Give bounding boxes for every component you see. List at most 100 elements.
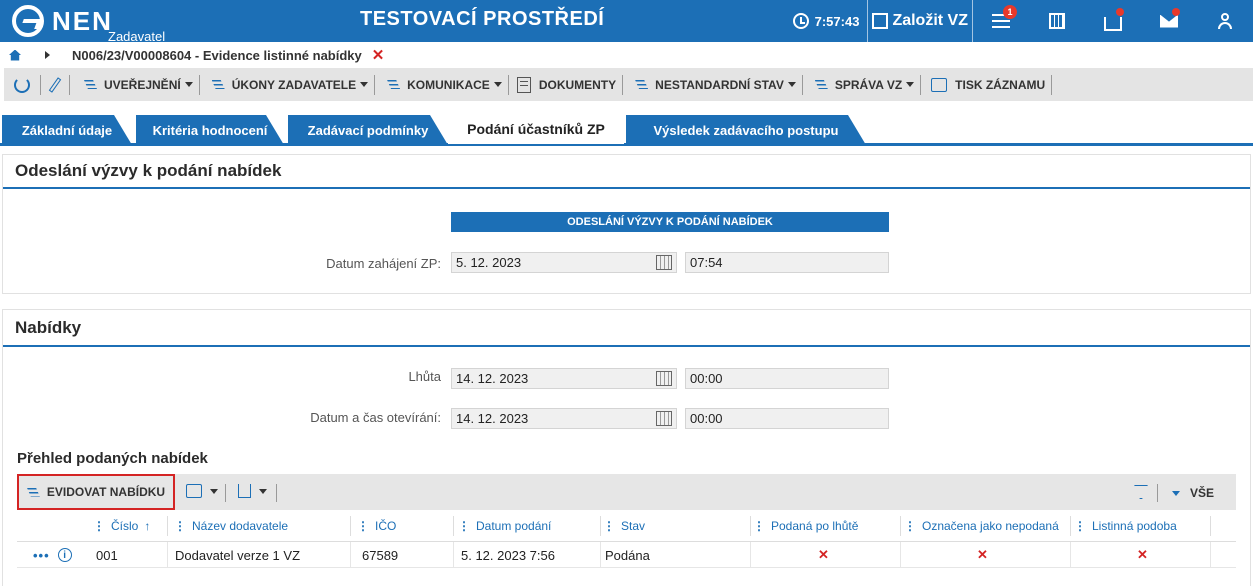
- col-oznacena-nepodana[interactable]: ⋮ Označena jako nepodaná: [904, 510, 1059, 542]
- filter-icon[interactable]: [1134, 485, 1148, 499]
- section-title: Odeslání výzvy k podání nabídek: [3, 155, 1250, 189]
- table-row[interactable]: ••• i 001 Dodavatel verze 1 VZ 67589 5. …: [17, 542, 1236, 568]
- col-cislo[interactable]: ⋮ Číslo ↑: [93, 510, 150, 542]
- caret-down-icon: [906, 82, 915, 87]
- export-icon: [238, 484, 251, 498]
- menu-tisk-label: TISK ZÁZNAMU: [955, 77, 1046, 92]
- tab-podani-ucastniku[interactable]: Podání účastníků ZP: [448, 113, 624, 144]
- separator: [167, 542, 168, 568]
- refresh-button[interactable]: [4, 74, 41, 95]
- section-odeslani-vyzvy: Odeslání výzvy k podání nabídek ODESLÁNÍ…: [2, 154, 1251, 294]
- separator: [225, 484, 226, 502]
- separator: [276, 484, 277, 502]
- refresh-icon: [14, 76, 30, 93]
- print-menu-button[interactable]: [186, 484, 218, 498]
- col-stav[interactable]: ⋮ Stav: [603, 510, 645, 542]
- opening-label: Datum a čas otevírání:: [310, 410, 441, 425]
- caret-down-icon: [184, 82, 193, 87]
- tab-zadavaci-podminky[interactable]: Zadávací podmínky: [288, 115, 448, 145]
- menu-ukony-zadavatele[interactable]: ÚKONY ZADAVATELE: [200, 74, 376, 95]
- info-icon[interactable]: i: [57, 548, 72, 562]
- tab-vysledek-postupu[interactable]: Výsledek zadávacího postupu: [626, 115, 866, 145]
- cell-nepodana: ✕: [977, 547, 988, 562]
- column-menu-icon[interactable]: ⋮: [357, 519, 369, 533]
- separator: [1070, 542, 1071, 568]
- grid-header: ⋮ Číslo ↑ ⋮ Název dodavatele ⋮ IČO ⋮ Dat…: [17, 510, 1236, 542]
- column-menu-icon[interactable]: ⋮: [753, 519, 765, 533]
- edit-button[interactable]: [41, 74, 70, 95]
- col-nazev-dodavatele[interactable]: ⋮ Název dodavatele: [174, 510, 288, 542]
- menu-tisk-zaznamu[interactable]: TISK ZÁZNAMU: [921, 74, 1053, 95]
- messages-button[interactable]: [1141, 0, 1197, 42]
- row-actions: ••• i: [33, 542, 72, 568]
- deadline-time-field[interactable]: 00:00: [685, 368, 889, 389]
- cell-datum: 5. 12. 2023 7:56: [461, 547, 555, 563]
- more-icon[interactable]: •••: [33, 548, 50, 563]
- separator: [600, 542, 601, 568]
- col-datum-podani[interactable]: ⋮ Datum podání: [458, 510, 551, 542]
- edit-icon: [872, 13, 889, 29]
- start-date-field[interactable]: 5. 12. 2023: [451, 252, 677, 273]
- col-label: Stav: [621, 519, 646, 533]
- separator: [600, 516, 601, 536]
- tab-label: Zadávací podmínky: [307, 122, 429, 138]
- start-time-value: 07:54: [690, 255, 723, 270]
- calendar-icon[interactable]: [656, 411, 672, 426]
- menu-uverejneni[interactable]: UVEŘEJNĚNÍ: [70, 74, 200, 95]
- inbox-button[interactable]: [1085, 0, 1141, 42]
- menu-dokumenty-label: DOKUMENTY: [538, 77, 617, 92]
- col-ico[interactable]: ⋮ IČO: [357, 510, 396, 542]
- column-menu-icon[interactable]: ⋮: [174, 519, 186, 533]
- chevron-right-icon: [45, 51, 50, 59]
- col-listinna-podoba[interactable]: ⋮ Listinná podoba: [1074, 510, 1177, 542]
- menu-sprava-label: SPRÁVA VZ: [834, 77, 903, 92]
- tab-kriteria-hodnoceni[interactable]: Kritéria hodnocení: [136, 115, 284, 145]
- list-icon: [26, 487, 40, 497]
- col-podana-po-lhute[interactable]: ⋮ Podaná po lhůtě: [753, 510, 858, 542]
- calendar-icon[interactable]: [656, 371, 672, 386]
- deadline-date-field[interactable]: 14. 12. 2023: [451, 368, 677, 389]
- start-time-field[interactable]: 07:54: [685, 252, 889, 273]
- tab-zakladni-udaje[interactable]: Základní údaje: [2, 115, 132, 145]
- view-selector[interactable]: VŠE: [1172, 486, 1214, 500]
- column-menu-icon[interactable]: ⋮: [458, 519, 470, 533]
- separator: [1070, 516, 1071, 536]
- menu-sprava-vz[interactable]: SPRÁVA VZ: [803, 74, 922, 95]
- user-icon: [1218, 13, 1232, 29]
- action-toolbar: UVEŘEJNĚNÍ ÚKONY ZADAVATELE KOMUNIKACE D…: [4, 68, 1253, 101]
- export-menu-button[interactable]: [238, 484, 267, 498]
- column-menu-icon[interactable]: ⋮: [93, 519, 105, 533]
- list-icon: [387, 80, 401, 89]
- caret-down-icon: [210, 488, 218, 494]
- session-clock: 7:57:43: [792, 13, 859, 29]
- column-menu-icon[interactable]: ⋮: [904, 519, 916, 533]
- tab-label: Výsledek zadávacího postupu: [653, 122, 839, 138]
- create-vz-button[interactable]: Založit VZ: [867, 0, 973, 42]
- column-menu-icon[interactable]: ⋮: [603, 519, 615, 533]
- tab-bar: Základní údaje Kritéria hodnocení Zadáva…: [0, 113, 1253, 146]
- opening-time-field[interactable]: 00:00: [685, 408, 889, 429]
- list-icon: [84, 80, 97, 89]
- cell-listinna: ✕: [1137, 547, 1148, 562]
- menu-dokumenty[interactable]: DOKUMENTY: [509, 74, 624, 95]
- logo-icon: [12, 5, 44, 37]
- deadline-time-value: 00:00: [690, 371, 723, 386]
- list-icon: [814, 80, 828, 89]
- home-icon[interactable]: [9, 49, 21, 61]
- main-menu-button[interactable]: 1: [973, 0, 1029, 42]
- top-right-actions: 7:57:43 Založit VZ 1: [792, 0, 1253, 42]
- calculator-button[interactable]: [1029, 0, 1085, 42]
- menu-komunikace[interactable]: KOMUNIKACE: [375, 74, 509, 95]
- clock-icon: [792, 13, 809, 29]
- close-icon[interactable]: ✕: [372, 46, 385, 64]
- separator: [750, 516, 751, 536]
- separator: [350, 542, 351, 568]
- calendar-icon[interactable]: [656, 255, 672, 270]
- create-vz-label: Založit VZ: [892, 12, 968, 29]
- column-menu-icon[interactable]: ⋮: [1074, 519, 1086, 533]
- nen-logo[interactable]: NEN Zadavatel: [12, 5, 165, 44]
- add-offer-button[interactable]: EVIDOVAT NABÍDKU: [17, 474, 175, 510]
- user-button[interactable]: [1197, 0, 1253, 42]
- opening-date-field[interactable]: 14. 12. 2023: [451, 408, 677, 429]
- menu-nestandardni-stav[interactable]: NESTANDARDNÍ STAV: [623, 74, 803, 95]
